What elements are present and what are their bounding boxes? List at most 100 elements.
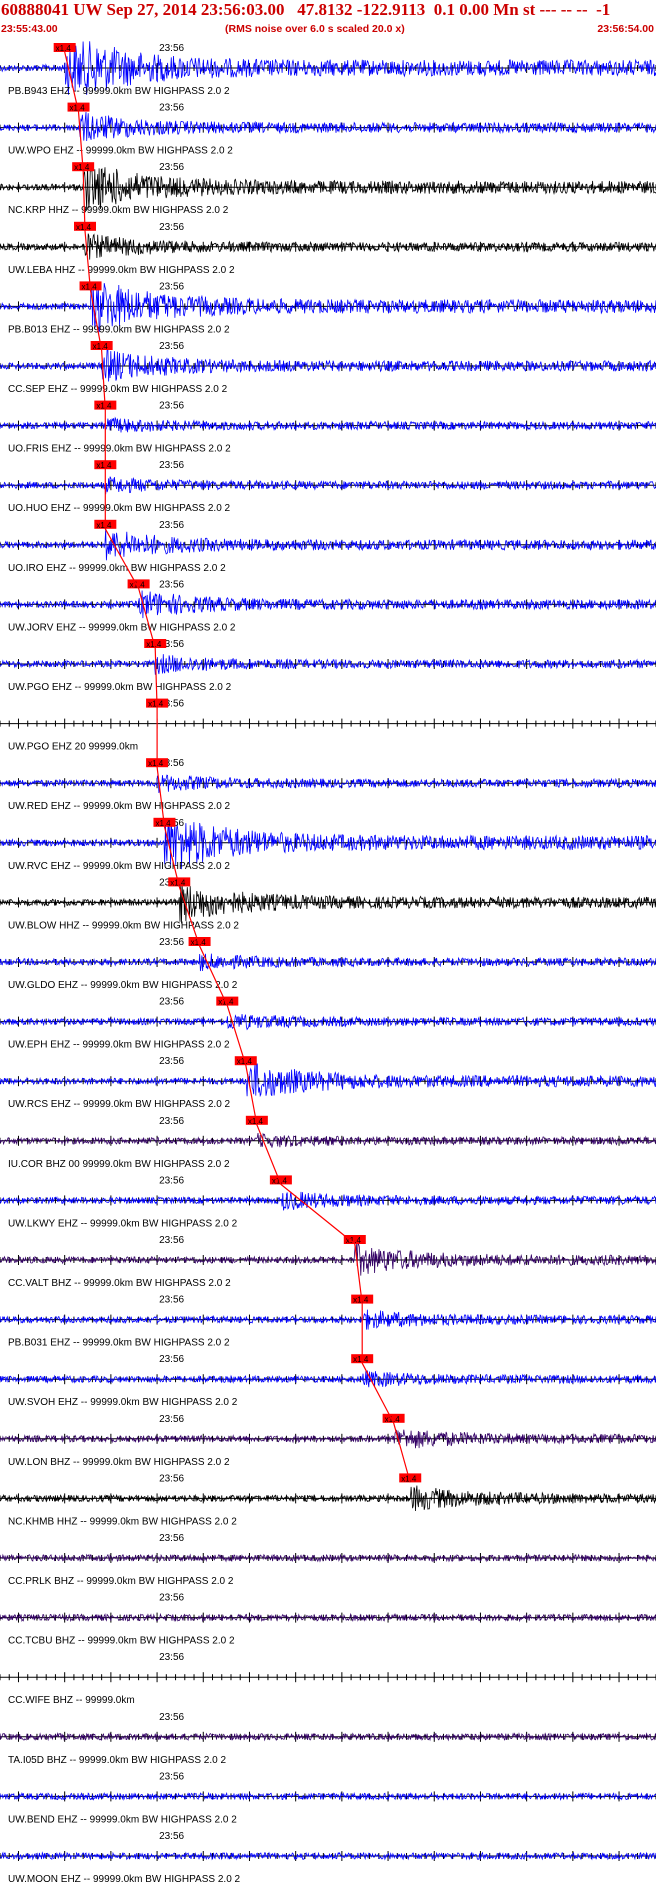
time-tick-label: 23:56: [159, 281, 184, 292]
time-tick-label: 23:56: [159, 997, 184, 1008]
trace: 23:56 UW.LEBA HHZ -- 99999.0km BW HIGHPAS…: [0, 221, 656, 276]
time-tick-label: 23:56: [159, 460, 184, 471]
trace: 23:56 UW.LKWY EHZ -- 99999.0km BW HIGHPAS…: [0, 1175, 656, 1229]
trace: 23:56UW.PGO EHZ -- 99999.0km BW HIGHPASS…: [0, 639, 656, 693]
time-tick-label: 23:56: [159, 1473, 184, 1484]
waveform: [0, 233, 656, 260]
pick-label: x1.4: [96, 461, 112, 470]
trace-label: TA.I05D BHZ -- 99999.0km BW HIGHPASS 2.0…: [8, 1755, 226, 1766]
trace-label: NC.KHMB HHZ -- 99999.0km BW HIGHPASS 2.0…: [8, 1516, 237, 1527]
trace: 23:56 PB.B943 EHZ -- 99999.0km BW HIGHPAS…: [0, 41, 656, 97]
trace: 23:56 UW.LON BHZ -- 99999.0km BW HIGHPASS…: [0, 1413, 656, 1468]
trace: 23:56UW.RVC EHZ -- 99999.0km BW HIGHPASS…: [0, 817, 656, 872]
trace: 23:56 NC.KHMB HHZ -- 99999.0km BW HIGHPAS…: [0, 1473, 656, 1527]
pick-label: x1.4: [96, 402, 112, 411]
trace-label: PB.B013 EHZ -- 99999.0km BW HIGHPASS 2.0…: [8, 324, 230, 335]
trace: 23:56 CC.TCBU BHZ -- 99999.0km BW HIGHPAS…: [0, 1593, 656, 1647]
trace-label: IU.COR BHZ 00 99999.0km BW HIGHPASS 2.0 …: [8, 1159, 230, 1170]
time-tick-label: 23:56: [159, 1831, 184, 1842]
trace-label: UW.BLOW HHZ -- 99999.0km BW HIGHPASS 2.0…: [8, 920, 239, 931]
time-tick-label: 23:56: [159, 520, 184, 531]
trace-label: UW.LEBA HHZ -- 99999.0km BW HIGHPASS 2.0…: [8, 265, 235, 276]
trace: 23:56 PB.B013 EHZ -- 99999.0km BW HIGHPAS…: [0, 281, 656, 335]
trace-label: NC.KRP HHZ -- 99999.0km BW HIGHPASS 2.0 …: [8, 205, 229, 216]
trace-label: PB.B031 EHZ -- 99999.0km BW HIGHPASS 2.0…: [8, 1338, 230, 1349]
waveform: [0, 774, 656, 794]
trace-label: UW.EPH EHZ -- 99999.0km BW HIGHPASS 2.0 …: [8, 1040, 230, 1051]
pick-label: x1.4: [76, 223, 92, 232]
trace: 23:56 UW.JORV EHZ -- 99999.0km BW HIGHPAS…: [0, 579, 656, 633]
trace-label: UW.RCS EHZ -- 99999.0km BW HIGHPASS 2.0 …: [8, 1099, 231, 1110]
trace-label: CC.TCBU BHZ -- 99999.0km BW HIGHPASS 2.0…: [8, 1636, 235, 1647]
time-tick-label: 23:56: [159, 43, 184, 54]
trace-label: UO.IRO EHZ -- 99999.0km BW HIGHPASS 2.0 …: [8, 563, 226, 574]
seismogram-plot: 23:56 PB.B943 EHZ -- 99999.0km BW HIGHPAS…: [0, 41, 656, 1885]
trace-label: UO.HUO EHZ -- 99999.0km BW HIGHPASS 2.0 …: [8, 503, 231, 514]
trace-label: UW.JORV EHZ -- 99999.0km BW HIGHPASS 2.0…: [8, 622, 236, 633]
trace: 23:56 UO.FRIS EHZ -- 99999.0km BW HIGHPAS…: [0, 400, 656, 455]
pick-label: x1.4: [148, 700, 164, 709]
trace-label: CC.WIFE BHZ -- 99999.0km: [8, 1695, 135, 1706]
trace-label: UW.GLDO EHZ -- 99999.0km BW HIGHPASS 2.0…: [8, 980, 238, 991]
trace-label: CC.SEP EHZ -- 99999.0km BW HIGHPASS 2.0 …: [8, 384, 228, 395]
waveform: [0, 881, 656, 924]
pick-label: x1.4: [74, 163, 90, 172]
trace-label: UW.SVOH EHZ -- 99999.0km BW HIGHPASS 2.0…: [8, 1397, 238, 1408]
pick-label: x1.4: [56, 44, 72, 53]
time-tick-label: 23:56: [159, 401, 184, 412]
waveform: [0, 1191, 656, 1211]
trace-label: UW.LKWY EHZ -- 99999.0km BW HIGHPASS 2.0…: [8, 1218, 238, 1229]
trace-label: UW.RVC EHZ -- 99999.0km BW HIGHPASS 2.0 …: [8, 861, 230, 872]
trace: 23:56 UO.IRO EHZ -- 99999.0km BW HIGHPASS…: [0, 519, 656, 574]
waveform: [0, 1243, 656, 1276]
trace: 23:56 TA.I05D BHZ -- 99999.0km BW HIGHPAS…: [0, 1712, 656, 1766]
time-tick-label: 23:56: [159, 1056, 184, 1067]
trace: 23:56 UW.MOON EHZ -- 99999.0km BW HIGHPAS…: [0, 1831, 656, 1885]
pick-label: x1.4: [353, 1355, 369, 1364]
trace: 23:56 CC.WIFE BHZ -- 99999.0km: [0, 1652, 656, 1706]
time-tick-label: 23:56: [159, 1414, 184, 1425]
waveform: [0, 162, 656, 211]
trace-label: UO.FRIS EHZ -- 99999.0km BW HIGHPASS 2.0…: [8, 444, 231, 455]
time-tick-label: 23:56: [159, 1116, 184, 1127]
trace: 23:56UW.RED EHZ -- 99999.0km BW HIGHPASS…: [0, 758, 656, 812]
trace-label: CC.VALT BHZ -- 99999.0km BW HIGHPASS 2.0…: [8, 1278, 231, 1289]
waveform: [0, 348, 656, 382]
trace-label: UW.WPO EHZ -- 99999.0km BW HIGHPASS 2.0 …: [8, 146, 233, 157]
trace: 23:56 IU.COR BHZ 00 99999.0km BW HIGHPASS…: [0, 1115, 656, 1170]
trace: 23:56 UW.RCS EHZ -- 99999.0km BW HIGHPASS…: [0, 1056, 656, 1110]
trace-label: UW.BEND EHZ -- 99999.0km BW HIGHPASS 2.0…: [8, 1814, 237, 1825]
trace: 23:56 UW.WPO EHZ -- 99999.0km BW HIGHPASS…: [0, 102, 656, 157]
trace: 23:56 UW.BEND EHZ -- 99999.0km BW HIGHPAS…: [0, 1771, 656, 1825]
time-tick-label: 23:56: [159, 1712, 184, 1723]
time-tick-label: 23:56: [159, 579, 184, 590]
trace: 23:56UW.BLOW HHZ -- 99999.0km BW HIGHPAS…: [0, 877, 656, 931]
trace: 23:56 UW.SVOH EHZ -- 99999.0km BW HIGHPAS…: [0, 1354, 656, 1408]
waveform: [0, 1062, 656, 1098]
trace: 23:56 UW.EPH EHZ -- 99999.0km BW HIGHPASS…: [0, 996, 656, 1051]
trace: 23:56 CC.PRLK BHZ -- 99999.0km BW HIGHPAS…: [0, 1533, 656, 1587]
time-tick-label: 23:56: [159, 1771, 184, 1782]
time-tick-label: 23:56: [159, 1354, 184, 1365]
time-tick-label: 23:56: [159, 162, 184, 173]
waveform: [0, 1014, 656, 1031]
trace-label: UW.LON BHZ -- 99999.0km BW HIGHPASS 2.0 …: [8, 1457, 230, 1468]
time-tick-label: 23:56: [159, 937, 184, 948]
trace-label: UW.PGO EHZ -- 99999.0km BW HIGHPASS 2.0 …: [8, 682, 232, 693]
trace: 23:56 CC.SEP EHZ -- 99999.0km BW HIGHPASS…: [0, 341, 656, 395]
pick-label: x1.4: [96, 521, 112, 530]
waveform: [0, 111, 656, 142]
trace: 23:56UW.PGO EHZ 20 99999.0kmx1.4: [0, 698, 656, 753]
trace: 23:56 PB.B031 EHZ -- 99999.0km BW HIGHPAS…: [0, 1294, 656, 1349]
trace: 23:56 UO.HUO EHZ -- 99999.0km BW HIGHPASS…: [0, 460, 656, 514]
time-tick-label: 23:56: [159, 1235, 184, 1246]
trace-label: UW.PGO EHZ 20 99999.0km: [8, 742, 138, 753]
trace: 23:56 CC.VALT BHZ -- 99999.0km BW HIGHPAS…: [0, 1235, 656, 1289]
pick-label: x1.4: [148, 759, 164, 768]
time-tick-label: 23:56: [159, 1295, 184, 1306]
time-tick-label: 23:56: [159, 1533, 184, 1544]
trace: 23:56 UW.GLDO EHZ -- 99999.0km BW HIGHPAS…: [0, 937, 656, 991]
pick-label: x1.4: [130, 580, 146, 589]
trace: 23:56 NC.KRP HHZ -- 99999.0km BW HIGHPASS…: [0, 162, 656, 216]
time-tick-label: 23:56: [159, 222, 184, 233]
